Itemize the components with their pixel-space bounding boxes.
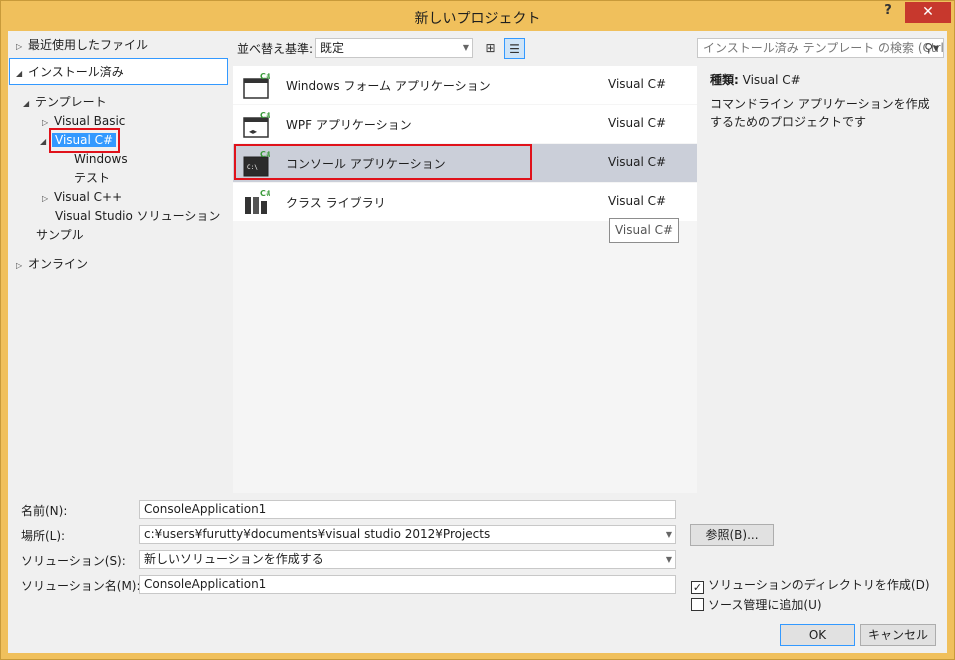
- solution-value: 新しいソリューションを作成する: [144, 552, 324, 566]
- tree-item-samples[interactable]: サンプル: [36, 226, 84, 245]
- list-view-icon: ☰: [509, 42, 520, 56]
- title-bar: 新しいプロジェクト ? ✕: [1, 1, 954, 31]
- sort-value: 既定: [320, 41, 345, 55]
- template-language: Visual C#: [608, 194, 667, 208]
- tree-item-templates[interactable]: ◢ テンプレート: [23, 93, 107, 112]
- location-combo[interactable]: c:¥users¥furutty¥documents¥visual studio…: [139, 525, 676, 544]
- checkbox-label: ソリューションのディレクトリを作成(D): [708, 578, 930, 592]
- tree-item-label: 最近使用したファイル: [28, 38, 149, 52]
- ok-button[interactable]: OK: [780, 624, 855, 646]
- template-name: Windows フォーム アプリケーション: [286, 79, 491, 93]
- template-name: クラス ライブラリ: [286, 196, 386, 210]
- type-value: Visual C#: [742, 73, 801, 87]
- collapsed-arrow-icon: ▷: [42, 194, 49, 203]
- template-tree: ▷ 最近使用したファイル ◢ インストール済み ◢ テンプレート ▷ Visual Ba…: [8, 31, 232, 493]
- tree-item-label: テンプレート: [35, 95, 107, 109]
- chevron-down-icon: ▼: [462, 43, 469, 52]
- template-type: 種類: Visual C#: [710, 71, 801, 88]
- location-label: 場所(L):: [21, 529, 66, 543]
- type-label: 種類:: [710, 73, 739, 87]
- expanded-arrow-icon: ◢: [23, 99, 30, 108]
- svg-text:C#: C#: [260, 189, 270, 198]
- tree-item-label: サンプル: [36, 228, 84, 242]
- solution-label: ソリューション(S):: [21, 554, 126, 568]
- template-item-class-library[interactable]: C# クラス ライブラリ Visual C#: [233, 183, 697, 221]
- highlight-box-console: [234, 144, 532, 180]
- tree-item-recent[interactable]: ▷ 最近使用したファイル: [16, 36, 148, 55]
- template-language: Visual C#: [608, 116, 667, 130]
- search-input[interactable]: インストール済み テンプレート の検索 (Ctrl ⚲▾: [697, 38, 944, 58]
- location-value: c:¥users¥furutty¥documents¥visual studio…: [144, 527, 491, 541]
- dialog-client: ▷ 最近使用したファイル ◢ インストール済み ◢ テンプレート ▷ Visual Ba…: [8, 31, 947, 653]
- search-icon[interactable]: ⚲▾: [924, 39, 939, 57]
- svg-text:C#: C#: [260, 111, 270, 120]
- grid-view-button[interactable]: ⊞: [480, 38, 501, 59]
- collapsed-arrow-icon: ▷: [16, 261, 23, 270]
- tree-item-vs-solution[interactable]: Visual Studio ソリューション: [55, 207, 220, 226]
- tree-item-label: インストール済み: [28, 65, 124, 79]
- name-label: 名前(N):: [21, 504, 68, 518]
- tree-item-test[interactable]: テスト: [74, 169, 110, 188]
- search-placeholder: インストール済み テンプレート の検索 (Ctrl: [703, 41, 944, 55]
- sort-label: 並べ替え基準:: [237, 42, 314, 56]
- solution-combo[interactable]: 新しいソリューションを作成する ▼: [139, 550, 676, 569]
- template-info-panel: 種類: Visual C# コマンドライン アプリケーションを作成するためのプロ…: [698, 66, 947, 493]
- create-directory-checkbox[interactable]: ✓ ソリューションのディレクトリを作成(D): [691, 576, 930, 594]
- template-list: C# Windows フォーム アプリケーション Visual C# ◂▸ C#…: [233, 66, 697, 493]
- class-library-icon: C#: [245, 189, 270, 214]
- tree-item-online[interactable]: ▷ オンライン: [16, 255, 88, 274]
- collapsed-arrow-icon: ▷: [16, 42, 23, 51]
- chevron-down-icon[interactable]: ▼: [666, 526, 672, 543]
- tree-item-label: オンライン: [28, 257, 89, 271]
- tree-item-visual-cpp[interactable]: ▷ Visual C++: [42, 188, 122, 207]
- template-description: コマンドライン アプリケーションを作成するためのプロジェクトです: [710, 97, 930, 129]
- svg-text:C#: C#: [260, 72, 270, 81]
- wpf-icon: ◂▸ C#: [243, 111, 270, 138]
- template-name: WPF アプリケーション: [286, 118, 412, 132]
- template-item-winforms[interactable]: C# Windows フォーム アプリケーション Visual C#: [233, 66, 697, 104]
- window-title: 新しいプロジェクト: [414, 11, 541, 27]
- tree-item-label: Visual Studio ソリューション: [55, 209, 221, 223]
- tree-item-label: Windows: [74, 152, 128, 166]
- browse-button[interactable]: 参照(B)...: [690, 524, 774, 546]
- solution-name-label: ソリューション名(M):: [21, 579, 141, 593]
- sort-select[interactable]: 既定 ▼: [315, 38, 473, 58]
- cancel-button[interactable]: キャンセル: [860, 624, 936, 646]
- expanded-arrow-icon: ◢: [16, 69, 23, 78]
- tree-item-windows[interactable]: Windows: [74, 150, 128, 169]
- winforms-icon: C#: [243, 72, 270, 99]
- tree-item-label: Visual Basic: [54, 114, 126, 128]
- solution-name-input[interactable]: ConsoleApplication1: [139, 575, 676, 594]
- help-button[interactable]: ?: [875, 3, 901, 23]
- list-view-button[interactable]: ☰: [504, 38, 525, 59]
- checkbox-checked-icon[interactable]: ✓: [691, 581, 704, 594]
- template-item-wpf[interactable]: ◂▸ C# WPF アプリケーション Visual C#: [233, 105, 697, 143]
- tree-item-label: Visual C++: [54, 190, 123, 204]
- template-language: Visual C#: [608, 155, 667, 169]
- template-language: Visual C#: [608, 77, 667, 91]
- tree-item-installed[interactable]: ◢ インストール済み: [16, 63, 124, 82]
- chevron-down-icon[interactable]: ▼: [666, 551, 672, 568]
- checkbox-label: ソース管理に追加(U): [708, 598, 822, 612]
- close-button[interactable]: ✕: [905, 2, 951, 23]
- language-tooltip: Visual C#: [609, 218, 679, 243]
- new-project-dialog: 新しいプロジェクト ? ✕ ▷ 最近使用したファイル ◢ インストール済み ◢ テンプ…: [0, 0, 955, 660]
- checkbox-empty-icon[interactable]: [691, 598, 704, 611]
- tree-item-label: テスト: [74, 171, 111, 185]
- svg-text:◂▸: ◂▸: [249, 127, 257, 136]
- project-name-input[interactable]: ConsoleApplication1: [139, 500, 676, 519]
- source-control-checkbox[interactable]: ソース管理に追加(U): [691, 596, 822, 613]
- grid-view-icon: ⊞: [485, 41, 496, 55]
